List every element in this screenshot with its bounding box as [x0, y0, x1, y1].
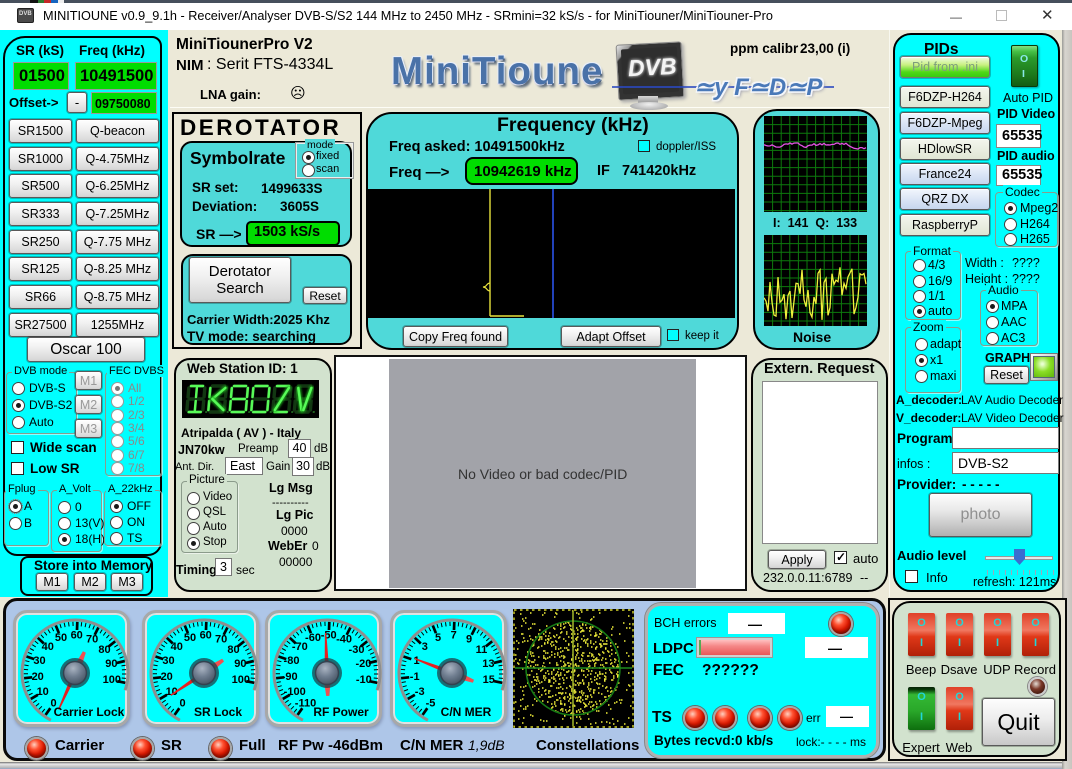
svg-text:3: 3: [422, 641, 428, 653]
svg-text:30: 30: [162, 655, 174, 667]
svg-text:10: 10: [37, 686, 49, 698]
svg-text:13: 13: [482, 658, 494, 670]
svg-text:5: 5: [435, 632, 441, 644]
svg-text:-3: -3: [415, 686, 425, 698]
svg-text:40: 40: [42, 641, 54, 653]
svg-text:-80: -80: [284, 655, 300, 667]
svg-text:70: 70: [86, 634, 98, 646]
svg-text:-90: -90: [282, 671, 298, 683]
svg-text:15: 15: [483, 674, 495, 686]
svg-text:-20: -20: [355, 658, 371, 670]
svg-text:-10: -10: [356, 674, 372, 686]
svg-text:80: 80: [227, 644, 239, 656]
svg-text:20: 20: [32, 671, 44, 683]
svg-text:30: 30: [33, 655, 45, 667]
svg-text:-60: -60: [305, 632, 321, 644]
svg-text:60: 60: [71, 630, 83, 642]
svg-text:-50: -50: [321, 630, 337, 642]
svg-text:60: 60: [200, 630, 212, 642]
svg-text:-30: -30: [349, 644, 365, 656]
svg-text:-5: -5: [426, 698, 436, 710]
svg-text:50: 50: [184, 632, 196, 644]
svg-text:-1: -1: [410, 671, 420, 683]
svg-text:7: 7: [451, 630, 457, 642]
svg-text:50: 50: [55, 632, 67, 644]
svg-text:11: 11: [476, 644, 488, 656]
svg-text:100: 100: [232, 674, 250, 686]
svg-text:80: 80: [98, 644, 110, 656]
svg-text:70: 70: [215, 634, 227, 646]
svg-text:90: 90: [105, 658, 117, 670]
svg-text:100: 100: [103, 674, 121, 686]
svg-text:20: 20: [161, 671, 173, 683]
svg-text:9: 9: [466, 634, 472, 646]
svg-text:-100: -100: [284, 686, 306, 698]
svg-text:0: 0: [179, 698, 185, 710]
svg-text:40: 40: [171, 641, 183, 653]
svg-text:90: 90: [234, 658, 246, 670]
